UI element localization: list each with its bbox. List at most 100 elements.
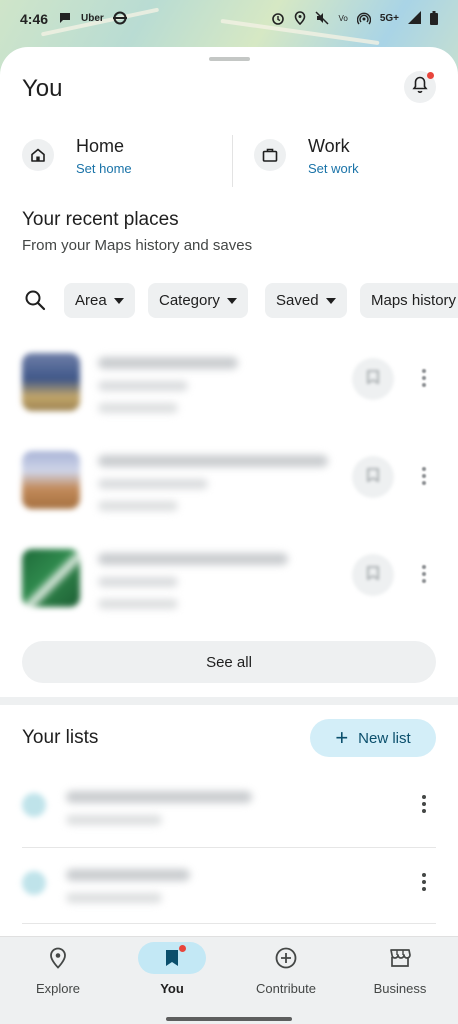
- blurred-text: [66, 869, 190, 881]
- nav-explore[interactable]: Explore: [1, 937, 115, 1017]
- place-thumbnail: [22, 451, 80, 509]
- bookmark-icon: [138, 942, 206, 974]
- more-options-button[interactable]: [412, 363, 436, 393]
- save-place-button[interactable]: [352, 456, 394, 498]
- section-divider: [0, 697, 458, 705]
- set-home-link[interactable]: Set home: [76, 161, 132, 176]
- chip-label: Category: [159, 292, 220, 309]
- home-icon: [22, 139, 54, 171]
- chip-label: Maps history: [371, 292, 457, 309]
- work-shortcut[interactable]: Work Set work: [254, 135, 359, 176]
- message-icon: [58, 11, 72, 28]
- blurred-text: [98, 553, 288, 565]
- nav-label: You: [160, 981, 184, 996]
- list-divider: [22, 923, 436, 924]
- bookmark-icon: [367, 565, 379, 585]
- blurred-text: [66, 815, 162, 825]
- nav-business[interactable]: Business: [343, 937, 457, 1017]
- recent-place-item[interactable]: [0, 443, 458, 533]
- list-item[interactable]: [0, 773, 458, 849]
- home-label: Home: [76, 136, 125, 156]
- hotspot-icon: [356, 11, 372, 28]
- storefront-icon: [366, 942, 434, 974]
- more-options-button[interactable]: [412, 461, 436, 491]
- status-time: 4:46: [20, 11, 49, 27]
- alarm-icon: [271, 11, 285, 28]
- blurred-text: [98, 357, 238, 369]
- plus-icon: +: [335, 725, 349, 750]
- briefcase-icon: [254, 139, 286, 171]
- list-more-options-button[interactable]: [412, 867, 436, 897]
- battery-icon: [430, 10, 438, 28]
- list-icon: [22, 793, 46, 817]
- places-divider: [232, 135, 233, 187]
- search-icon: [24, 290, 46, 315]
- filter-chip-saved[interactable]: Saved: [265, 283, 347, 318]
- blurred-text: [66, 791, 252, 803]
- blurred-text: [98, 455, 328, 467]
- transit-icon: [112, 11, 127, 28]
- blurred-text: [98, 501, 178, 511]
- page-title: You: [22, 75, 63, 102]
- search-button[interactable]: [24, 289, 50, 315]
- recent-place-item[interactable]: [0, 345, 458, 435]
- you-sheet: You Home Set home Work Set work Your rec…: [0, 47, 458, 1024]
- blurred-text: [98, 577, 178, 587]
- uber-icon: Uber: [81, 13, 104, 24]
- see-all-button[interactable]: See all: [22, 641, 436, 683]
- filter-chips-row: Area Category Saved Maps history: [0, 283, 458, 319]
- status-bar: 4:46 Uber Vo 5G+: [0, 0, 458, 38]
- nav-contribute[interactable]: Contribute: [229, 937, 343, 1017]
- 5g-icon: 5G+: [379, 13, 399, 24]
- list-icon: [22, 871, 46, 895]
- your-lists-title: Your lists: [22, 727, 99, 748]
- drag-handle[interactable]: [209, 57, 250, 61]
- notification-badge: [179, 945, 186, 952]
- list-divider: [22, 847, 436, 848]
- recent-places-subtitle: From your Maps history and saves: [22, 237, 253, 254]
- chip-label: Saved: [276, 292, 319, 309]
- save-place-button[interactable]: [352, 358, 394, 400]
- filter-chip-maps-history[interactable]: Maps history: [360, 283, 458, 318]
- home-work-row: Home Set home Work Set work: [0, 135, 458, 187]
- caret-down-icon: [325, 297, 336, 304]
- mute-icon: [315, 10, 329, 28]
- blurred-text: [66, 893, 162, 903]
- chip-label: Area: [75, 292, 107, 309]
- place-thumbnail: [22, 353, 80, 411]
- filter-chip-category[interactable]: Category: [148, 283, 248, 318]
- list-more-options-button[interactable]: [412, 789, 436, 819]
- blurred-text: [98, 479, 208, 489]
- notifications-button[interactable]: [404, 71, 436, 103]
- volte-icon: Vo: [338, 14, 348, 23]
- add-circle-icon: [252, 942, 320, 974]
- blurred-text: [98, 599, 178, 609]
- new-list-label: New list: [358, 729, 411, 747]
- bell-icon: [412, 76, 428, 99]
- location-icon: [294, 10, 306, 28]
- nav-you[interactable]: You: [115, 937, 229, 1017]
- save-place-button[interactable]: [352, 554, 394, 596]
- bookmark-icon: [367, 467, 379, 487]
- work-label: Work: [308, 136, 350, 156]
- set-work-link[interactable]: Set work: [308, 161, 359, 176]
- recent-places-title: Your recent places: [22, 209, 179, 230]
- blurred-text: [98, 403, 178, 413]
- caret-down-icon: [113, 297, 124, 304]
- caret-down-icon: [226, 297, 237, 304]
- gesture-bar: [166, 1017, 292, 1021]
- blurred-text: [98, 381, 188, 391]
- nav-label: Explore: [35, 981, 81, 996]
- nav-label: Business: [373, 981, 427, 996]
- home-shortcut[interactable]: Home Set home: [22, 135, 132, 176]
- more-options-button[interactable]: [412, 559, 436, 589]
- list-item[interactable]: [0, 851, 458, 927]
- bookmark-icon: [367, 369, 379, 389]
- new-list-button[interactable]: + New list: [310, 719, 436, 757]
- bottom-navigation: Explore You Contribute Business: [0, 936, 458, 1024]
- filter-chip-area[interactable]: Area: [64, 283, 135, 318]
- place-thumbnail: [22, 549, 80, 607]
- signal-icon: [408, 11, 421, 27]
- recent-place-item[interactable]: [0, 541, 458, 631]
- location-pin-icon: [24, 942, 92, 974]
